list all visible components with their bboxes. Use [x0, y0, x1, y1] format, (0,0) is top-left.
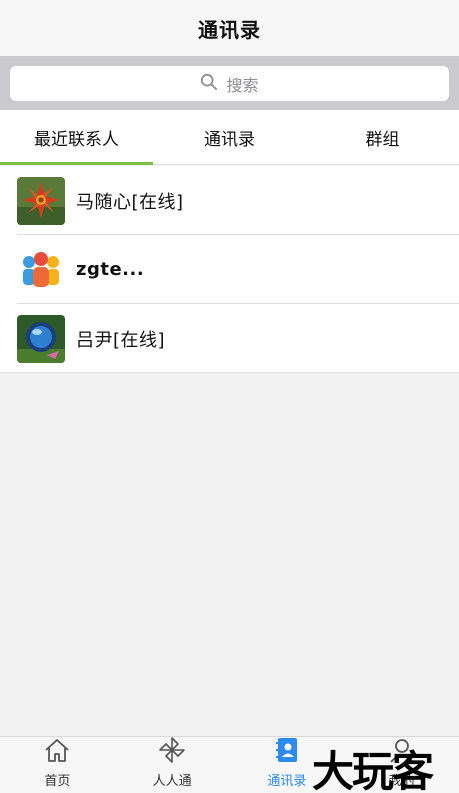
- tab-address-book[interactable]: 通讯录: [153, 110, 306, 164]
- page-title: 通讯录: [198, 17, 261, 42]
- contact-name: 吕尹[在线]: [76, 329, 166, 351]
- tabbar-label: 人人通: [152, 774, 192, 789]
- pinwheel-icon: [157, 735, 187, 770]
- tab-recent-contacts[interactable]: 最近联系人: [0, 110, 153, 165]
- search-icon: [200, 73, 218, 95]
- avatar: [17, 314, 65, 363]
- list-item[interactable]: zgte...: [0, 235, 459, 304]
- avatar: [17, 245, 65, 294]
- tab-label: 最近联系人: [34, 129, 119, 150]
- contacts-book-icon: [272, 735, 302, 770]
- tabbar-mine[interactable]: 我的: [344, 737, 459, 793]
- tabbar-label: 我的: [388, 774, 415, 789]
- contact-name: 马随心[在线]: [76, 191, 184, 213]
- tabbar-renrentong[interactable]: 人人通: [115, 737, 230, 793]
- contact-list: 马随心[在线] zgte... 吕尹[在线]: [0, 166, 459, 373]
- list-item[interactable]: 马随心[在线]: [0, 166, 459, 235]
- segment-tabs: 最近联系人 通讯录 群组: [0, 110, 459, 165]
- tab-label: 通讯录: [204, 129, 255, 150]
- tab-groups[interactable]: 群组: [306, 110, 459, 164]
- profile-icon: [387, 735, 417, 770]
- tabbar-contacts[interactable]: 通讯录: [230, 737, 345, 793]
- nav-bar: 通讯录: [0, 0, 459, 57]
- search-placeholder: 搜索: [226, 75, 259, 95]
- search-bar: 搜索: [0, 57, 459, 110]
- search-input[interactable]: 搜索: [10, 66, 449, 101]
- list-item[interactable]: 吕尹[在线]: [0, 304, 459, 373]
- contact-name: zgte...: [76, 259, 145, 280]
- tabbar-home[interactable]: 首页: [0, 737, 115, 793]
- tabbar-label: 首页: [44, 774, 71, 789]
- home-icon: [42, 735, 72, 770]
- avatar: [17, 176, 65, 225]
- bottom-tab-bar: 首页 人人通 通讯录 我的: [0, 736, 459, 793]
- tab-label: 群组: [365, 129, 400, 150]
- tabbar-label: 通讯录: [267, 774, 307, 789]
